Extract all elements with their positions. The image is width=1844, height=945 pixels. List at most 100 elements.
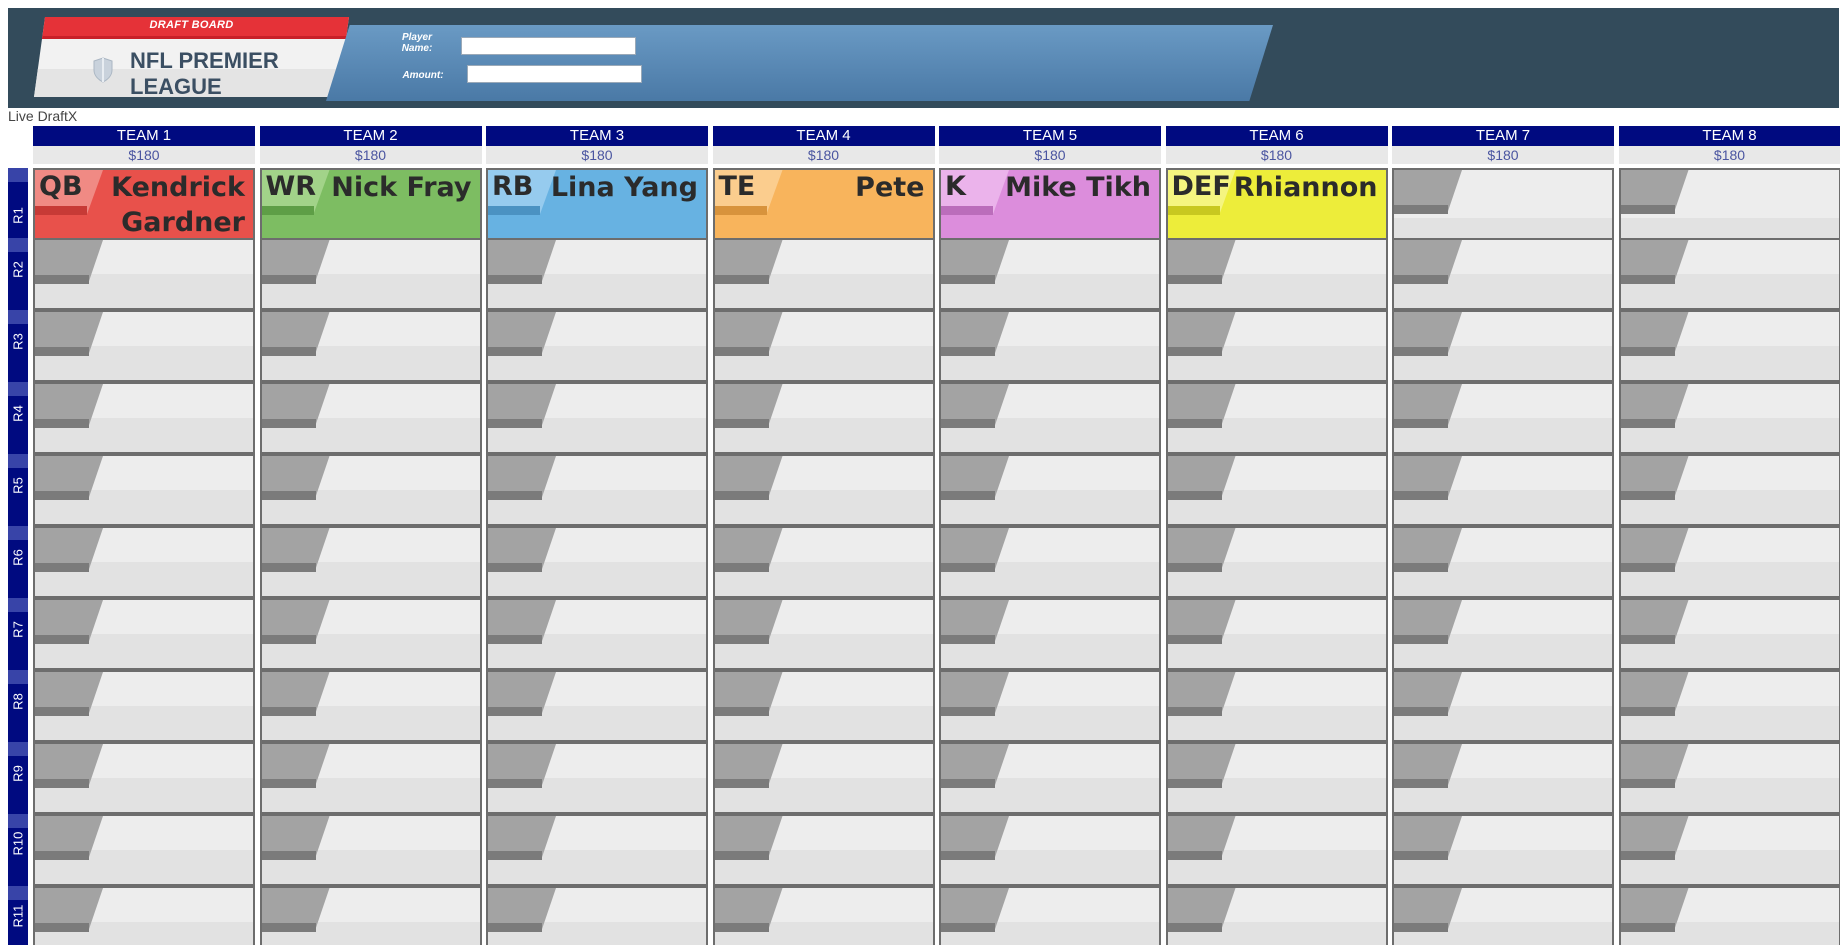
empty-pick-slot[interactable] [939, 814, 1161, 886]
empty-pick-slot[interactable] [486, 382, 708, 454]
empty-pick-slot[interactable] [486, 454, 708, 526]
empty-pick-slot[interactable] [712, 382, 935, 454]
team-name[interactable]: TEAM 2 [259, 126, 482, 146]
team-header-1[interactable]: TEAM 1 $180 [33, 126, 255, 164]
player-name-input[interactable] [461, 37, 636, 55]
empty-pick-slot[interactable] [1165, 382, 1388, 454]
empty-pick-slot[interactable] [259, 670, 482, 742]
empty-pick-slot[interactable] [1165, 814, 1388, 886]
team-name[interactable]: TEAM 1 [33, 126, 255, 146]
team-header-6[interactable]: TEAM 6 $180 [1165, 126, 1388, 164]
empty-pick-slot[interactable] [939, 886, 1161, 945]
empty-pick-slot[interactable] [712, 526, 935, 598]
empty-pick-slot[interactable] [1392, 526, 1614, 598]
empty-pick-slot[interactable] [486, 526, 708, 598]
empty-pick-slot[interactable] [1392, 670, 1614, 742]
slot-position-tag-base [1394, 779, 1448, 788]
team-name[interactable]: TEAM 7 [1392, 126, 1614, 146]
empty-pick-slot[interactable] [33, 742, 255, 814]
empty-pick-slot[interactable] [1618, 454, 1840, 526]
empty-pick-slot[interactable] [1392, 814, 1614, 886]
empty-pick-slot[interactable] [486, 310, 708, 382]
empty-pick-slot[interactable] [259, 598, 482, 670]
empty-pick-slot[interactable] [939, 526, 1161, 598]
empty-pick-slot[interactable] [33, 238, 255, 310]
empty-pick-slot[interactable] [259, 238, 482, 310]
empty-pick-slot[interactable] [33, 454, 255, 526]
empty-pick-slot[interactable] [712, 886, 935, 945]
empty-pick-slot[interactable] [1165, 886, 1388, 945]
empty-pick-slot[interactable] [1618, 598, 1840, 670]
empty-pick-slot[interactable] [486, 670, 708, 742]
empty-pick-slot[interactable] [1165, 670, 1388, 742]
empty-pick-slot[interactable] [259, 526, 482, 598]
empty-pick-slot[interactable] [486, 886, 708, 945]
empty-pick-slot[interactable] [33, 670, 255, 742]
empty-pick-slot[interactable] [259, 886, 482, 945]
team-header-7[interactable]: TEAM 7 $180 [1392, 126, 1614, 164]
team-name[interactable]: TEAM 4 [712, 126, 935, 146]
empty-pick-slot[interactable] [1618, 742, 1840, 814]
empty-pick-slot[interactable] [1618, 526, 1840, 598]
empty-pick-slot[interactable] [712, 670, 935, 742]
empty-pick-slot[interactable] [1392, 382, 1614, 454]
team-header-4[interactable]: TEAM 4 $180 [712, 126, 935, 164]
empty-pick-slot[interactable] [712, 454, 935, 526]
empty-pick-slot[interactable] [939, 670, 1161, 742]
team-header-5[interactable]: TEAM 5 $180 [939, 126, 1161, 164]
empty-pick-slot[interactable] [33, 310, 255, 382]
empty-pick-slot[interactable] [712, 598, 935, 670]
empty-pick-slot[interactable] [486, 742, 708, 814]
empty-pick-slot[interactable] [1165, 598, 1388, 670]
empty-pick-slot[interactable] [1165, 238, 1388, 310]
empty-pick-slot[interactable] [33, 598, 255, 670]
empty-pick-slot[interactable] [1618, 670, 1840, 742]
empty-pick-slot[interactable] [712, 814, 935, 886]
team-header-2[interactable]: TEAM 2 $180 [259, 126, 482, 164]
empty-pick-slot[interactable] [259, 742, 482, 814]
empty-pick-slot[interactable] [1165, 310, 1388, 382]
empty-pick-slot[interactable] [33, 814, 255, 886]
empty-pick-slot[interactable] [259, 310, 482, 382]
empty-pick-slot[interactable] [1618, 814, 1840, 886]
empty-pick-slot[interactable] [486, 238, 708, 310]
empty-pick-slot[interactable] [939, 238, 1161, 310]
empty-pick-slot[interactable] [1618, 238, 1840, 310]
empty-pick-slot[interactable] [1392, 598, 1614, 670]
empty-pick-slot[interactable] [712, 310, 935, 382]
empty-pick-slot[interactable] [1392, 886, 1614, 945]
empty-pick-slot[interactable] [259, 454, 482, 526]
empty-pick-slot[interactable] [33, 886, 255, 945]
empty-pick-slot[interactable] [1165, 454, 1388, 526]
empty-pick-slot[interactable] [486, 598, 708, 670]
empty-pick-slot[interactable] [1165, 742, 1388, 814]
team-header-3[interactable]: TEAM 3 $180 [486, 126, 708, 164]
team-name[interactable]: TEAM 3 [486, 126, 708, 146]
empty-pick-slot[interactable] [939, 454, 1161, 526]
empty-pick-slot[interactable] [1392, 238, 1614, 310]
empty-pick-slot[interactable] [1392, 310, 1614, 382]
empty-pick-slot[interactable] [259, 814, 482, 886]
empty-pick-slot[interactable] [1392, 454, 1614, 526]
empty-pick-slot[interactable] [712, 238, 935, 310]
empty-pick-slot[interactable] [1165, 526, 1388, 598]
empty-pick-slot[interactable] [939, 382, 1161, 454]
empty-pick-slot[interactable] [1392, 742, 1614, 814]
empty-pick-slot[interactable] [1618, 310, 1840, 382]
team-name[interactable]: TEAM 8 [1618, 126, 1840, 146]
amount-input[interactable] [467, 65, 642, 83]
empty-pick-slot[interactable] [33, 526, 255, 598]
team-header-8[interactable]: TEAM 8 $180 [1618, 126, 1840, 164]
slot-position-tag-base [488, 347, 542, 356]
empty-pick-slot[interactable] [486, 814, 708, 886]
empty-pick-slot[interactable] [712, 742, 935, 814]
team-name[interactable]: TEAM 6 [1165, 126, 1388, 146]
empty-pick-slot[interactable] [939, 598, 1161, 670]
empty-pick-slot[interactable] [33, 382, 255, 454]
empty-pick-slot[interactable] [259, 382, 482, 454]
empty-pick-slot[interactable] [939, 310, 1161, 382]
empty-pick-slot[interactable] [1618, 382, 1840, 454]
team-name[interactable]: TEAM 5 [939, 126, 1161, 146]
empty-pick-slot[interactable] [1618, 886, 1840, 945]
empty-pick-slot[interactable] [939, 742, 1161, 814]
